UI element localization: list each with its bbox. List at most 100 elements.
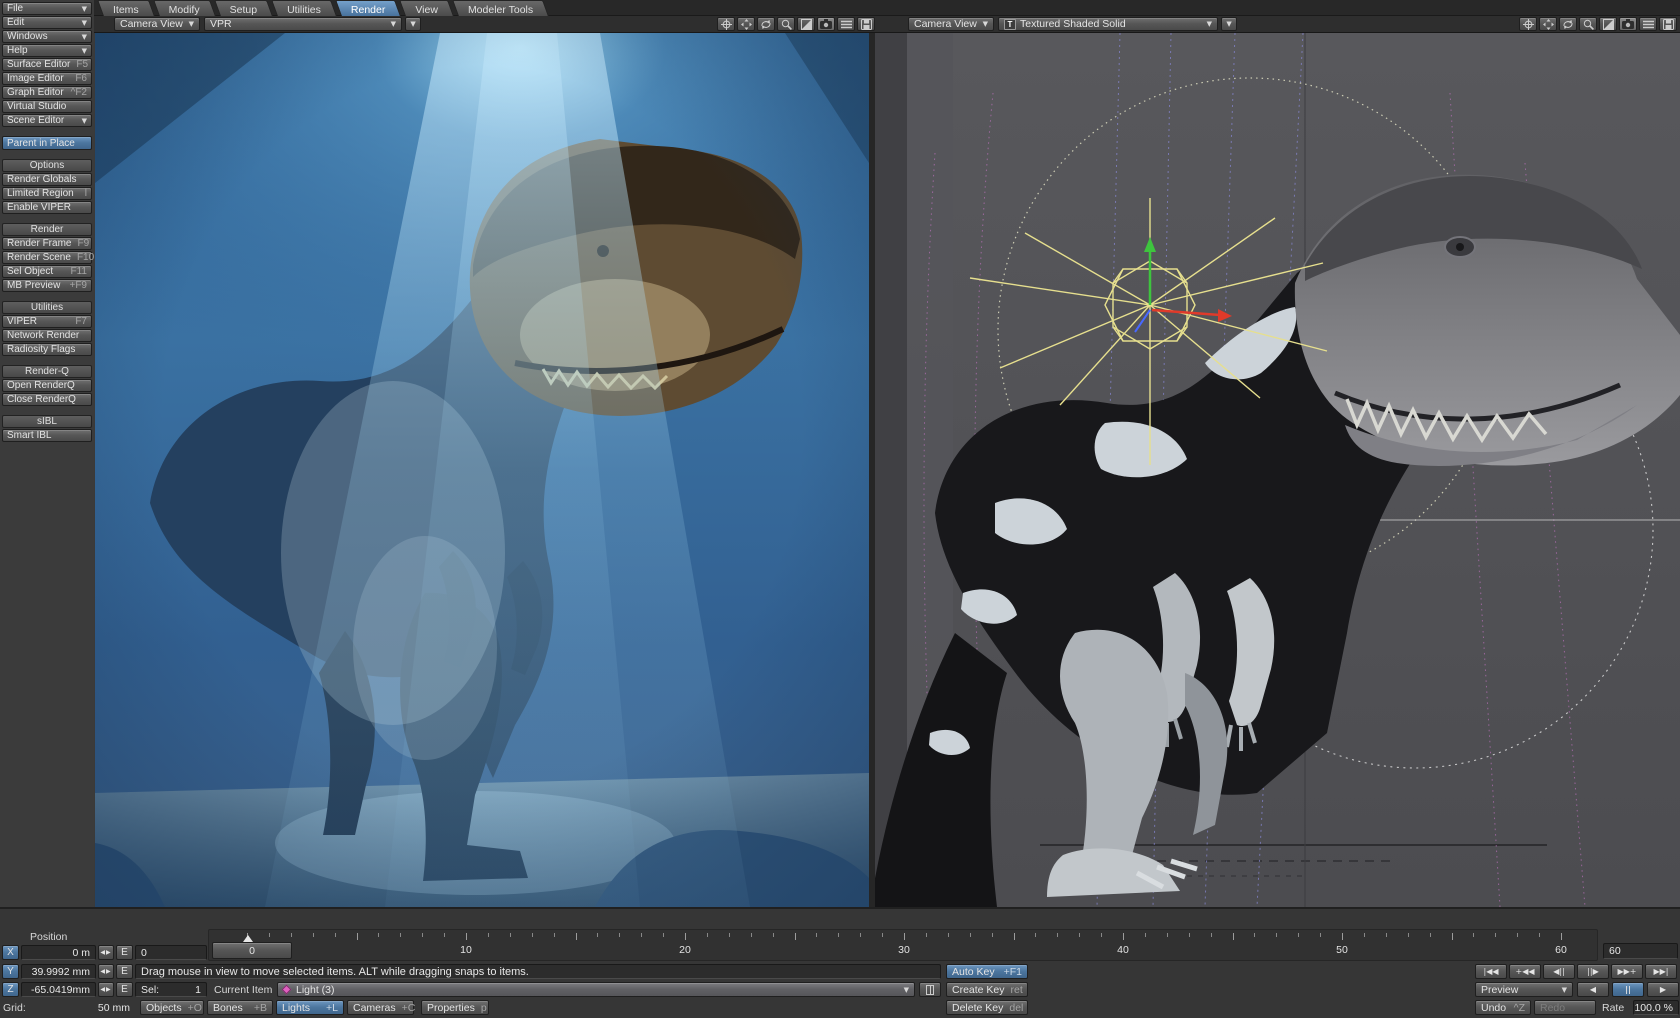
y-axis-button[interactable]: Y	[2, 964, 19, 979]
x-position-field[interactable]: 0 m	[21, 945, 96, 960]
objects-mode-button[interactable]: Objects+O	[140, 1000, 204, 1015]
item-properties-icon[interactable]	[919, 982, 941, 997]
create-key-button[interactable]: Create Keyret	[946, 982, 1028, 997]
rotate-view-icon[interactable]	[757, 17, 775, 31]
previous-keyframe-button[interactable]: +◀◀	[1509, 964, 1541, 979]
file-menu-button[interactable]: File▼	[2, 2, 92, 15]
center-item-icon[interactable]	[1519, 17, 1537, 31]
ruler-frame-number: 50	[1330, 944, 1354, 956]
radiosity-flags-button[interactable]: Radiosity Flags	[2, 343, 92, 356]
properties-button[interactable]: Propertiesp	[421, 1000, 489, 1015]
move-view-icon[interactable]	[737, 17, 755, 31]
open-renderq-button[interactable]: Open RenderQ	[2, 379, 92, 392]
previous-frame-button[interactable]: ◀||	[1543, 964, 1575, 979]
jump-last-frame-button[interactable]: ▶▶|	[1645, 964, 1677, 979]
help-menu-button[interactable]: Help▼	[2, 44, 92, 57]
ruler-tick	[1408, 933, 1409, 937]
render-view-icon[interactable]	[1619, 17, 1637, 31]
smart-ibl-button[interactable]: Smart IBL	[2, 429, 92, 442]
left-view-mode-dropdown[interactable]: Camera View▼	[114, 17, 200, 31]
surface-editor-button[interactable]: Surface EditorF5	[2, 58, 92, 71]
current-item-dropdown[interactable]: Light (3) ▼	[277, 982, 915, 997]
next-keyframe-button[interactable]: ▶▶+	[1611, 964, 1643, 979]
ruler-frame-number: 40	[1111, 944, 1135, 956]
view-menu-icon[interactable]	[837, 17, 855, 31]
tab-items[interactable]: Items	[100, 0, 152, 16]
zoom-view-icon[interactable]	[777, 17, 795, 31]
x-axis-button[interactable]: X	[2, 945, 19, 960]
mb-preview-button[interactable]: MB Preview+F9	[2, 279, 92, 292]
bottom-panel: Position 0 0102030405060 60 X 0 m ◀▶ E 0…	[0, 907, 1680, 1018]
image-editor-button[interactable]: Image EditorF6	[2, 72, 92, 85]
frame-slider-handle[interactable]: 0	[212, 942, 292, 959]
right-viewport-options-dropdown[interactable]: ▼	[1221, 17, 1237, 31]
right-view-mode-dropdown[interactable]: Camera View▼	[908, 17, 994, 31]
play-forward-button[interactable]: ▶	[1647, 982, 1679, 997]
render-frame-button[interactable]: Render FrameF9	[2, 237, 92, 250]
ruler-tick	[904, 933, 905, 940]
tab-view[interactable]: View	[402, 0, 451, 16]
z-position-field[interactable]: -65.0419mm	[21, 982, 96, 997]
scene-editor-button[interactable]: Scene Editor▼	[2, 114, 92, 127]
center-item-icon[interactable]	[717, 17, 735, 31]
render-scene-button[interactable]: Render SceneF10	[2, 251, 92, 264]
minmax-view-icon[interactable]	[797, 17, 815, 31]
rate-value-field[interactable]: 100.0 %	[1633, 1000, 1679, 1015]
windows-menu-button[interactable]: Windows▼	[2, 30, 92, 43]
z-axis-button[interactable]: Z	[2, 982, 19, 997]
next-frame-button[interactable]: ||▶	[1577, 964, 1609, 979]
zoom-view-icon[interactable]	[1579, 17, 1597, 31]
sel-object-button[interactable]: Sel ObjectF11	[2, 265, 92, 278]
left-viewport-vpr-render[interactable]	[95, 33, 869, 907]
jump-first-frame-button[interactable]: |◀◀	[1475, 964, 1507, 979]
auto-key-button[interactable]: Auto Key+F1	[946, 964, 1028, 979]
rotate-view-icon[interactable]	[1559, 17, 1577, 31]
redo-button[interactable]: Redo	[1534, 1000, 1596, 1015]
right-render-mode-dropdown[interactable]: TTextured Shaded Solid▼	[998, 17, 1218, 31]
edit-menu-button[interactable]: Edit▼	[2, 16, 92, 29]
tab-setup[interactable]: Setup	[217, 0, 270, 16]
view-menu-icon[interactable]	[1639, 17, 1657, 31]
y-nudge-arrows[interactable]: ◀▶	[98, 964, 114, 979]
save-view-icon[interactable]	[857, 17, 875, 31]
render-view-icon[interactable]	[817, 17, 835, 31]
graph-editor-button[interactable]: Graph Editor^F2	[2, 86, 92, 99]
minmax-view-icon[interactable]	[1599, 17, 1617, 31]
z-envelope-button[interactable]: E	[116, 982, 133, 997]
move-view-icon[interactable]	[1539, 17, 1557, 31]
y-envelope-button[interactable]: E	[116, 964, 133, 979]
y-position-field[interactable]: 39.9992 mm	[21, 964, 96, 979]
x-nudge-arrows[interactable]: ◀▶	[98, 945, 114, 960]
parent-in-place-button[interactable]: Parent in Place	[2, 136, 92, 150]
left-render-mode-dropdown[interactable]: VPR▼	[204, 17, 402, 31]
tab-modify[interactable]: Modify	[156, 0, 213, 16]
z-nudge-arrows[interactable]: ◀▶	[98, 982, 114, 997]
tab-render[interactable]: Render	[338, 0, 398, 16]
left-viewport-options-dropdown[interactable]: ▼	[405, 17, 421, 31]
viper-button[interactable]: VIPERF7	[2, 315, 92, 328]
bones-mode-button[interactable]: Bones+B	[207, 1000, 273, 1015]
tab-utilities[interactable]: Utilities	[274, 0, 334, 16]
delete-key-button[interactable]: Delete Keydel	[946, 1000, 1028, 1015]
enable-viper-button[interactable]: Enable VIPER	[2, 201, 92, 214]
network-render-button[interactable]: Network Render	[2, 329, 92, 342]
preview-dropdown[interactable]: Preview▼	[1475, 982, 1573, 997]
virtual-studio-button[interactable]: Virtual Studio	[2, 100, 92, 113]
undo-button[interactable]: Undo^Z	[1475, 1000, 1531, 1015]
cameras-mode-button[interactable]: Cameras+C	[347, 1000, 414, 1015]
render-globals-button[interactable]: Render Globals	[2, 173, 92, 186]
timeline-ruler[interactable]: 0 0102030405060	[208, 929, 1598, 961]
save-view-icon[interactable]	[1659, 17, 1677, 31]
lights-mode-button[interactable]: Lights+L	[276, 1000, 344, 1015]
ruler-tick	[882, 933, 883, 937]
limited-region-button[interactable]: Limited Regionl	[2, 187, 92, 200]
tab-modeler-tools[interactable]: Modeler Tools	[455, 0, 546, 16]
current-frame-field[interactable]: 0	[135, 945, 207, 960]
pause-button[interactable]: ||	[1612, 982, 1644, 997]
last-frame-field[interactable]: 60	[1603, 943, 1678, 959]
right-viewport-shaded[interactable]	[875, 33, 1680, 907]
play-reverse-button[interactable]: ◀	[1577, 982, 1609, 997]
x-envelope-button[interactable]: E	[116, 945, 133, 960]
ruler-tick	[576, 933, 577, 940]
close-renderq-button[interactable]: Close RenderQ	[2, 393, 92, 406]
